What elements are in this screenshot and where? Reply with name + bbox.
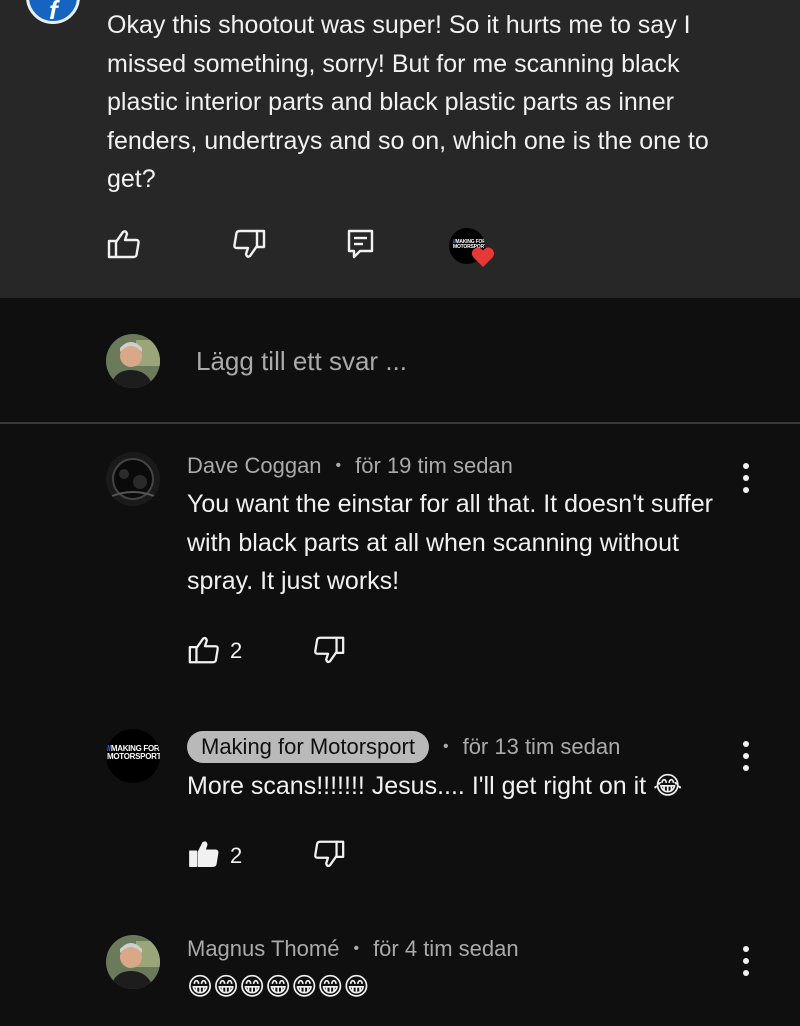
dislike-button[interactable] [231,228,271,262]
reply-meta: Making for Motorsport • för 13 tim sedan [187,731,620,763]
add-reply-row[interactable]: Lägg till ett svar ... [0,298,800,422]
reply-meta: Dave Coggan • för 19 tim sedan [187,453,513,479]
creator-author-badge[interactable]: Making for Motorsport [187,731,429,763]
parent-comment-text: Okay this shootout was super! So it hurt… [107,11,709,193]
reply-time: för 19 tim sedan [355,453,513,478]
thumbs-down-icon [314,840,345,868]
reply-meta: Magnus Thomé • för 4 tim sedan [187,936,519,962]
creator-heart-badge: //MAKING FOR MOTORSPORT [449,228,497,272]
creator-logo: //MAKING FOR MOTORSPORT [107,744,160,761]
reply-time: för 4 tim sedan [373,936,519,961]
reply-avatar[interactable] [106,452,160,506]
like-count: 2 [230,638,243,663]
reply-button[interactable] [346,228,386,262]
thumbs-down-icon [233,229,266,258]
parent-comment: f Okay this shootout was super! So it hu… [0,0,800,298]
more-options-icon[interactable] [736,0,756,10]
dislike-button[interactable] [312,838,348,872]
reply-avatar[interactable] [106,935,160,989]
reply-text: You want the einstar for all that. It do… [187,490,713,595]
reply-author[interactable]: Dave Coggan [187,453,322,479]
separator-dot: • [442,738,449,755]
add-reply-input[interactable]: Lägg till ett svar ... [196,346,407,377]
reply-text: 😁😁😁😁😁😁😁 [187,973,370,1001]
divider [0,422,800,424]
heart-icon [471,247,495,267]
reply-avatar[interactable]: //MAKING FOR MOTORSPORT [106,729,160,783]
reply-text: More scans!!!!!!! Jesus.... I'll get rig… [187,772,683,800]
dislike-button[interactable] [312,634,348,668]
thumbs-up-filled-icon [189,841,219,867]
like-button[interactable] [187,838,223,872]
thumbs-up-icon [107,230,140,259]
reply-icon [347,229,374,259]
separator-dot: • [353,940,360,957]
separator-dot: • [335,457,342,474]
user-avatar [106,334,160,388]
parent-comment-avatar[interactable]: f [26,0,80,24]
like-button[interactable] [187,634,223,668]
thumbs-up-icon [188,636,219,664]
reply-author[interactable]: Magnus Thomé [187,936,339,962]
like-count: 2 [230,843,243,868]
thumbs-down-icon [314,636,345,664]
avatar-letter: f [49,0,58,24]
like-button[interactable] [106,228,146,262]
reply-time: för 13 tim sedan [462,734,621,759]
